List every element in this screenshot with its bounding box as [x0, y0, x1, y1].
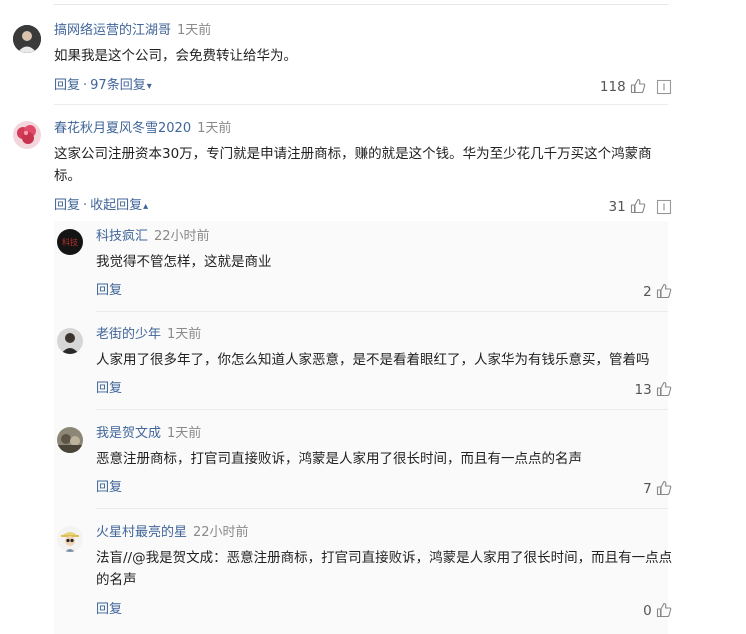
avatar[interactable] — [57, 526, 83, 552]
thumbs-up-icon — [630, 78, 646, 95]
view-replies-button[interactable]: 97条回复▾ — [90, 78, 152, 93]
author-name[interactable]: 春花秋月夏风冬雪2020 — [54, 121, 191, 136]
separator: · — [83, 78, 88, 93]
author-name[interactable]: 老街的少年 — [96, 327, 161, 342]
timestamp: 1天前 — [197, 121, 232, 136]
author-name[interactable]: 科技疯汇 — [96, 229, 148, 244]
reply-button[interactable]: 回复 — [96, 381, 122, 396]
like-count: 2 — [643, 284, 652, 300]
timestamp: 1天前 — [167, 426, 202, 441]
divider — [96, 311, 668, 312]
like-count: 118 — [599, 79, 626, 95]
separator: · — [83, 198, 88, 213]
reply-text: 恶意注册商标，打官司直接败诉，鸿蒙是人家用了很长时间，而且有一点点的名声 — [96, 451, 582, 467]
chevron-down-icon: ▾ — [146, 81, 152, 92]
author-name[interactable]: 搞网络运营的江湖哥 — [54, 23, 171, 38]
reply-button[interactable]: 回复 — [96, 602, 122, 617]
thumbs-up-icon — [630, 198, 646, 215]
report-icon[interactable] — [656, 197, 672, 216]
reply-button[interactable]: 回复 — [54, 198, 80, 213]
like-button[interactable]: 13 — [635, 381, 672, 398]
like-count: 0 — [643, 603, 652, 619]
like-button[interactable]: 31 — [609, 198, 646, 215]
reply-text: 我觉得不管怎样，这就是商业 — [96, 254, 272, 270]
comment-text: 这家公司注册资本30万，专门就是申请注册商标，赚的就是这个钱。华为至少花几千万买… — [54, 146, 652, 184]
divider — [96, 508, 668, 509]
like-button[interactable]: 118 — [600, 78, 646, 95]
reply-text: 人家用了很多年了，你怎么知道人家恶意，是不是看着眼红了，人家华为有钱乐意买，管着… — [96, 352, 650, 368]
reply-text: 法盲//@我是贺文成：恶意注册商标，打官司直接败诉，鸿蒙是人家用了很长时间，而且… — [96, 550, 673, 588]
thumbs-up-icon — [656, 480, 672, 497]
like-count: 7 — [643, 481, 652, 497]
like-button[interactable]: 7 — [643, 480, 672, 497]
avatar[interactable] — [57, 427, 83, 453]
avatar[interactable] — [57, 328, 83, 354]
like-count: 31 — [608, 199, 626, 215]
thumbs-up-icon — [656, 602, 672, 619]
author-name[interactable]: 我是贺文成 — [96, 426, 161, 441]
like-count: 13 — [634, 382, 652, 398]
reply-button[interactable]: 回复 — [54, 78, 80, 93]
divider — [96, 409, 668, 410]
timestamp: 1天前 — [167, 327, 202, 342]
reply-button[interactable]: 回复 — [96, 480, 122, 495]
avatar[interactable]: 科技 — [57, 229, 83, 255]
avatar[interactable] — [13, 25, 41, 53]
author-name[interactable]: 火星村最亮的星 — [96, 525, 187, 540]
like-button[interactable]: 0 — [643, 602, 672, 619]
top-divider — [54, 4, 668, 5]
chevron-up-icon: ▴ — [143, 201, 149, 212]
thumbs-up-icon — [656, 381, 672, 398]
reply-button[interactable]: 回复 — [96, 283, 122, 298]
report-icon[interactable] — [656, 77, 672, 96]
svg-text:科技: 科技 — [62, 237, 78, 247]
timestamp: 22小时前 — [193, 525, 249, 540]
comment-text: 如果我是这个公司，会免费转让给华为。 — [54, 48, 297, 64]
divider — [54, 104, 668, 105]
timestamp: 22小时前 — [154, 229, 210, 244]
thumbs-up-icon — [656, 283, 672, 300]
like-button[interactable]: 2 — [643, 283, 672, 300]
timestamp: 1天前 — [177, 23, 212, 38]
collapse-replies-button[interactable]: 收起回复▴ — [90, 198, 148, 213]
avatar[interactable] — [13, 121, 41, 149]
